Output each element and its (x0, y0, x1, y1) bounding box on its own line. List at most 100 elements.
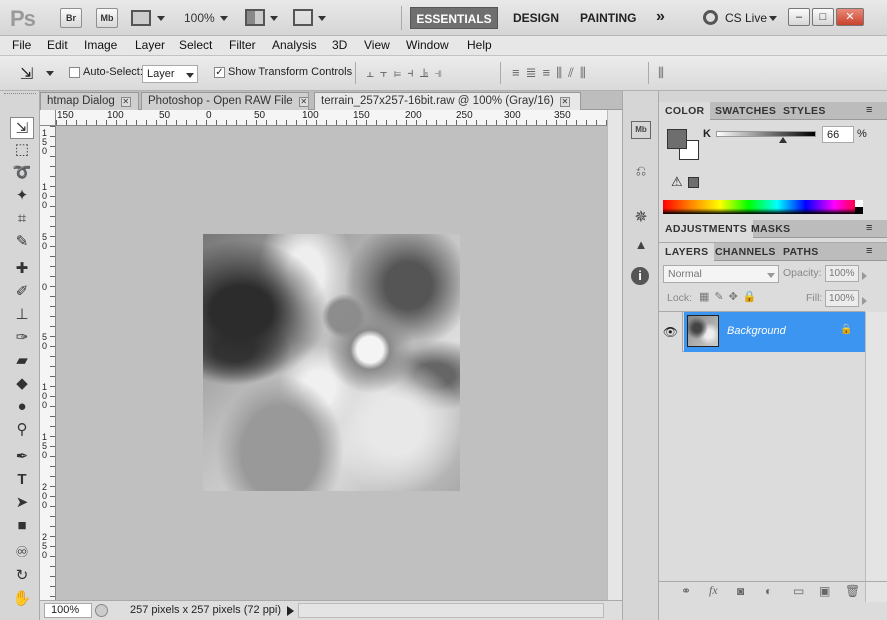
clone-stamp-tool-icon[interactable]: ⊥ (10, 304, 34, 326)
restore-button[interactable]: □ (812, 8, 834, 26)
panel-menu-icon[interactable]: ≡ (866, 222, 872, 234)
view-extras-icon[interactable] (131, 10, 151, 26)
auto-select-checkbox[interactable] (69, 67, 80, 78)
quick-select-tool-icon[interactable]: ✦ (10, 185, 34, 207)
distribute-buttons-group[interactable]: ≡≣≡⫼⫽⫼ (512, 65, 592, 81)
trash-icon[interactable]: 🗑 (845, 584, 860, 598)
menu-layer[interactable]: Layer (135, 38, 165, 52)
adjustment-layer-icon[interactable]: ◐ (765, 584, 772, 598)
terrain-heightmap-image[interactable] (203, 234, 460, 491)
shape-tool-icon[interactable]: ■ (10, 515, 34, 537)
mini-bridge-panel-icon[interactable]: Mb (631, 121, 651, 139)
navigator-panel-icon[interactable]: ✵ (631, 207, 651, 226)
menu-select[interactable]: Select (179, 38, 212, 52)
dodge-tool-icon[interactable]: ⚲ (10, 419, 34, 441)
chevron-down-icon[interactable] (767, 273, 775, 278)
mini-bridge-button[interactable]: Mb (96, 8, 118, 28)
path-select-tool-icon[interactable]: ➤ (10, 492, 34, 514)
brush-tool-icon[interactable]: ✐ (10, 281, 34, 303)
menu-filter[interactable]: Filter (229, 38, 256, 52)
screen-mode-icon[interactable] (293, 9, 313, 26)
close-icon[interactable]: ✕ (298, 97, 308, 107)
color-ramp[interactable] (663, 200, 863, 214)
chevron-down-icon[interactable] (157, 16, 165, 21)
tab-layers[interactable]: LAYERS (659, 243, 715, 261)
tab-channels[interactable]: CHANNELS (709, 243, 782, 261)
more-workspaces-button[interactable]: » (656, 8, 665, 26)
eraser-tool-icon[interactable]: ▰ (10, 350, 34, 372)
eye-icon[interactable]: 👁 (659, 312, 683, 352)
align-buttons-group[interactable]: ⫠⫟⫢⫞⫡⫣ (366, 65, 448, 81)
history-panel-icon[interactable]: ⎌ (631, 163, 651, 181)
3d-rotate-tool-icon[interactable]: ♾ (10, 542, 34, 564)
workspace-design[interactable]: DESIGN (513, 11, 559, 25)
status-menu-arrow-icon[interactable] (287, 606, 294, 616)
pen-tool-icon[interactable]: ✒ (10, 446, 34, 468)
auto-align-icon[interactable]: ⫼ (658, 65, 664, 81)
chevron-down-icon[interactable] (220, 16, 228, 21)
vertical-scrollbar[interactable] (607, 110, 622, 600)
menu-view[interactable]: View (364, 38, 390, 52)
layer-mask-icon[interactable]: ◙ (737, 584, 744, 598)
crop-tool-icon[interactable]: ⌗ (10, 208, 34, 230)
show-transform-checkbox[interactable]: ✓ (214, 67, 225, 78)
chevron-down-icon[interactable] (270, 16, 278, 21)
fill-input[interactable]: 100% (825, 290, 859, 307)
bridge-button[interactable]: Br (60, 8, 82, 28)
tab-adjustments[interactable]: ADJUSTMENTS (659, 220, 754, 238)
layer-style-icon[interactable]: fx (709, 583, 718, 598)
new-group-icon[interactable]: ▭ (793, 584, 804, 598)
canvas-area[interactable] (56, 126, 607, 600)
layer-selected-bg[interactable]: Background 🔒 (684, 312, 865, 352)
opacity-slider-arrow-icon[interactable] (862, 272, 867, 280)
3d-orbit-tool-icon[interactable]: ↻ (10, 565, 34, 587)
lasso-tool-icon[interactable]: ➰ (10, 162, 34, 184)
link-layers-icon[interactable]: ⚭ (681, 584, 691, 598)
toolbox-grip[interactable] (4, 93, 36, 98)
menu-image[interactable]: Image (84, 38, 117, 52)
histogram-panel-icon[interactable]: ▲ (631, 237, 651, 255)
blur-tool-icon[interactable]: ● (10, 396, 34, 418)
fill-slider-arrow-icon[interactable] (862, 297, 867, 305)
workspace-painting[interactable]: PAINTING (580, 11, 636, 25)
marquee-tool-icon[interactable]: ⬚ (10, 139, 34, 161)
workspace-essentials[interactable]: ESSENTIALS (410, 7, 498, 29)
layer-name[interactable]: Background (727, 325, 786, 337)
tab-heightmap-dialog[interactable]: htmap Dialog ✕ (40, 92, 139, 110)
close-button[interactable]: ✕ (836, 8, 864, 26)
status-info-icon[interactable] (95, 604, 108, 617)
k-slider[interactable] (716, 131, 816, 137)
layer-row[interactable]: 👁 Background 🔒 (659, 312, 865, 352)
opacity-input[interactable]: 100% (825, 265, 859, 282)
close-icon[interactable]: ✕ (120, 97, 131, 107)
tab-swatches[interactable]: SWATCHES (709, 102, 782, 120)
move-tool-preset-icon[interactable]: ⇲ (20, 64, 33, 84)
vertical-ruler[interactable]: 1 5 0 1 0 0 5 0 0 5 0 1 0 0 1 5 0 2 0 0 … (40, 126, 56, 600)
cs-live-label[interactable]: CS Live (725, 11, 767, 25)
horizontal-scrollbar[interactable] (298, 603, 604, 618)
menu-window[interactable]: Window (406, 38, 449, 52)
panel-menu-icon[interactable]: ≡ (866, 245, 872, 257)
tab-terrain-raw[interactable]: terrain_257x257-16bit.raw @ 100% (Gray/1… (314, 92, 581, 110)
gamut-color-swatch[interactable] (688, 177, 699, 188)
new-layer-icon[interactable]: ▣ (819, 584, 830, 598)
foreground-color-swatch[interactable] (667, 129, 687, 149)
gamut-warning-icon[interactable]: ⚠ (671, 174, 683, 190)
chevron-down-icon[interactable] (186, 73, 194, 78)
healing-brush-tool-icon[interactable]: ✚ (10, 258, 34, 280)
close-icon[interactable]: ✕ (559, 97, 570, 107)
menu-file[interactable]: File (12, 38, 31, 52)
horizontal-ruler[interactable]: 150 100 50 0 50 100 150 200 250 300 350 (56, 110, 607, 126)
white-swatch[interactable] (855, 200, 863, 207)
tab-paths[interactable]: PATHS (777, 243, 825, 261)
paint-bucket-tool-icon[interactable]: ◆ (10, 373, 34, 395)
hand-tool-icon[interactable]: ✋ (10, 588, 34, 610)
panel-menu-icon[interactable]: ≡ (866, 104, 872, 116)
slider-thumb[interactable] (779, 137, 787, 143)
status-zoom-field[interactable]: 100% (44, 603, 92, 618)
menu-analysis[interactable]: Analysis (272, 38, 317, 52)
history-brush-tool-icon[interactable]: ✑ (10, 327, 34, 349)
blend-mode-select[interactable]: Normal (663, 265, 779, 283)
move-tool-icon[interactable]: ⇲ (10, 117, 34, 139)
menu-help[interactable]: Help (467, 38, 492, 52)
